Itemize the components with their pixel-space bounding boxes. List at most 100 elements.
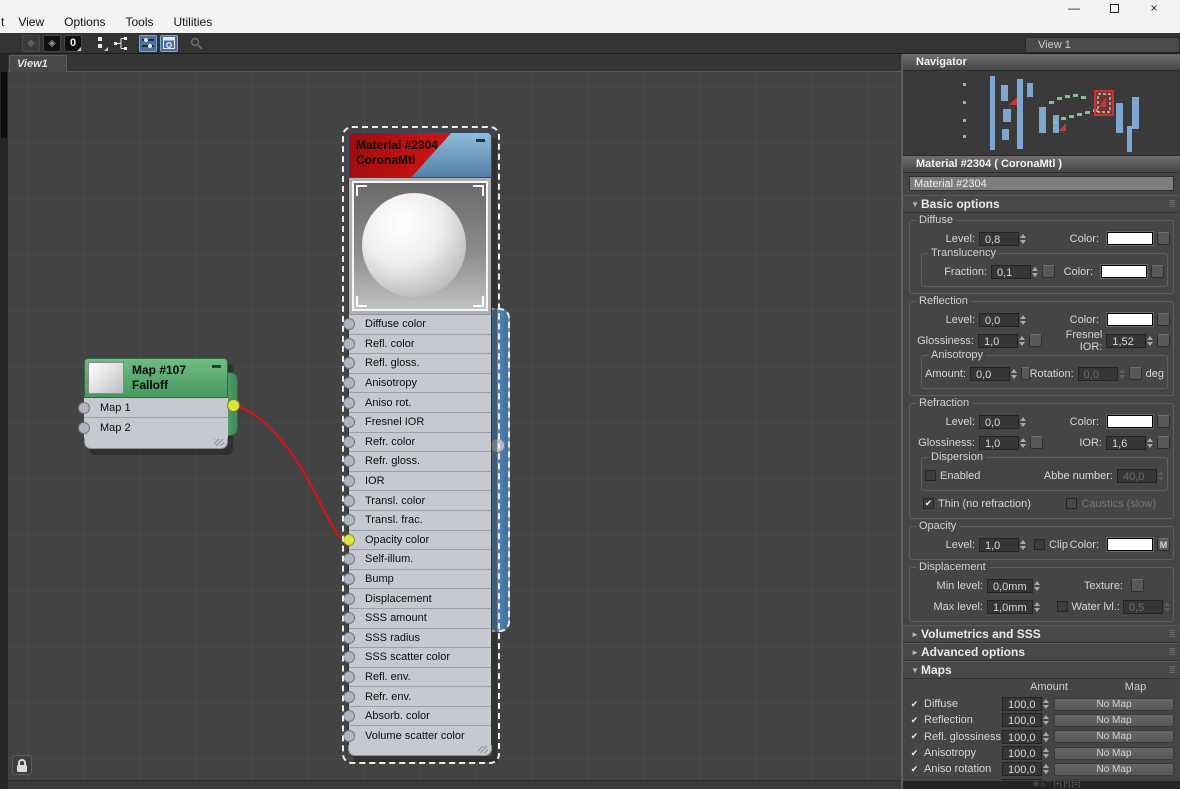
reflection-glossiness-spinner[interactable]: 1,0 [978,334,1025,348]
node-slot[interactable]: Map 2 [84,418,228,438]
horizontal-scrollbar[interactable] [8,780,901,789]
water-level-checkbox[interactable] [1057,601,1068,612]
reflection-glossiness-map-button[interactable] [1029,334,1042,347]
reflection-level-spinner[interactable]: 0,0 [979,313,1026,327]
rollout-maps[interactable]: ▼ Maps ≣ [903,661,1180,679]
diffuse-color-swatch[interactable] [1107,232,1153,245]
input-socket[interactable] [343,612,355,624]
menu-item-utilities[interactable]: Utilities [164,13,223,31]
caustics-checkbox[interactable] [1066,498,1077,509]
material-preview-image[interactable] [352,181,488,311]
map-slot-button[interactable]: No Map [1054,714,1174,727]
thin-refraction-checkbox[interactable]: ✔ [923,498,934,509]
rollout-volumetrics[interactable]: ► Volumetrics and SSS ≣ [903,625,1180,643]
node-slot[interactable]: Absorb. color [349,707,491,727]
water-level-spinner[interactable]: 0,5 [1123,600,1170,614]
input-socket[interactable] [343,671,355,683]
menu-item-view[interactable]: View [8,13,54,31]
input-socket[interactable] [78,402,90,414]
node-slot[interactable]: Aniso rot. [349,393,491,413]
input-socket[interactable] [78,422,90,434]
input-socket[interactable] [343,710,355,722]
node-slot[interactable]: Volume scatter color [349,726,491,745]
pick-material-icon[interactable] [187,35,205,52]
input-socket[interactable] [343,593,355,605]
reflection-color-swatch[interactable] [1107,313,1153,326]
anisotropy-amount-map-button[interactable] [1021,367,1030,380]
input-socket[interactable] [343,318,355,330]
rollout-basic-options[interactable]: ▼ Basic options ≣ [903,195,1180,213]
input-socket[interactable] [343,651,355,663]
refraction-ior-spinner[interactable]: 1,6 [1106,436,1153,450]
map-enabled-checkbox[interactable]: ✔ [909,699,920,710]
node-slot[interactable]: Bump [349,570,491,590]
node-resize-grip[interactable] [348,745,492,756]
fresnel-ior-map-button[interactable] [1157,334,1170,347]
input-socket[interactable] [343,416,355,428]
opacity-clip-checkbox[interactable] [1034,539,1045,550]
falloff-node[interactable]: Map #107 Falloff Map 1 Map 2 [84,358,228,449]
diffuse-level-spinner[interactable]: 0,8 [979,232,1026,246]
refraction-color-map-button[interactable] [1157,415,1170,428]
input-socket[interactable] [343,455,355,467]
map-enabled-checkbox[interactable]: ✔ [909,715,920,726]
tab-view1[interactable]: View1 [9,55,67,72]
collapse-node-icon[interactable] [212,365,221,368]
material-preview-dim-icon[interactable]: ◆ [22,35,40,52]
minimize-button[interactable]: — [1054,0,1094,16]
input-socket[interactable] [343,534,355,546]
navigator-toggle-icon[interactable] [160,35,178,52]
node-slot[interactable]: SSS radius [349,629,491,649]
material-name-field[interactable]: Material #2304 [909,176,1174,191]
refraction-level-spinner[interactable]: 0,0 [979,415,1026,429]
map-amount-spinner[interactable]: 100,0 [1002,746,1049,760]
navigator-panel-tab[interactable]: View 1 [1025,37,1180,53]
node-slot[interactable]: Refl. env. [349,668,491,688]
parameter-panel-header[interactable]: Material #2304 ( CoronaMtl ) [903,156,1180,173]
node-slot[interactable]: Map 1 [84,398,228,418]
refraction-glossiness-map-button[interactable] [1030,436,1043,449]
opacity-level-spinner[interactable]: 1,0 [979,538,1026,552]
input-socket[interactable] [343,436,355,448]
coronamtl-node[interactable]: Material #2304 CoronaMtl Diffuse color R… [348,132,492,756]
material-node-icon[interactable]: ◈ [43,35,61,52]
node-slot[interactable]: Fresnel IOR [349,413,491,433]
node-slot[interactable]: Refr. gloss. [349,452,491,472]
falloff-output-socket[interactable] [227,399,240,412]
maximize-button[interactable] [1094,0,1134,16]
node-slot[interactable]: SSS scatter color [349,648,491,668]
translucency-fraction-spinner[interactable]: 0,1 [991,265,1038,279]
map-enabled-checkbox[interactable]: ✔ [909,748,920,759]
fresnel-ior-spinner[interactable]: 1,52 [1106,334,1153,348]
anisotropy-amount-spinner[interactable]: 0,0 [970,367,1017,381]
falloff-node-header[interactable]: Map #107 Falloff [84,358,228,398]
input-socket[interactable] [343,475,355,487]
material-output-socket[interactable] [490,438,505,453]
refraction-color-swatch[interactable] [1107,415,1153,428]
reflection-color-map-button[interactable] [1157,313,1170,326]
refraction-ior-map-button[interactable] [1157,436,1170,449]
refraction-glossiness-spinner[interactable]: 1,0 [979,436,1026,450]
close-button[interactable]: × [1134,0,1174,16]
map-slot-button[interactable]: No Map [1054,779,1174,780]
anisotropy-rotation-spinner[interactable]: 0,0 [1078,367,1125,381]
menu-item-options[interactable]: Options [54,13,115,31]
map-amount-spinner[interactable]: 100,0 [1002,697,1049,711]
map-enabled-checkbox[interactable]: ✔ [909,764,920,775]
connection-layout-icon[interactable] [112,35,130,52]
translucency-fraction-map-button[interactable] [1042,265,1055,278]
navigator-minimap[interactable] [903,71,1180,156]
controller-zero-icon[interactable]: 0 [64,35,82,52]
input-socket[interactable] [343,553,355,565]
translucency-color-swatch[interactable] [1101,265,1147,278]
node-slot[interactable]: Self-illum. [349,550,491,570]
input-socket[interactable] [343,377,355,389]
anisotropy-rotation-map-button[interactable] [1129,367,1142,380]
vertical-scrollbar-thumb[interactable] [1,72,7,138]
navigator-header[interactable]: Navigator [903,54,1180,71]
node-slot[interactable]: Displacement [349,589,491,609]
node-slot[interactable]: Transl. frac. [349,511,491,531]
parameter-editor-toggle-icon[interactable] [139,35,157,52]
displacement-max-spinner[interactable]: 1,0mm [987,600,1040,614]
map-amount-spinner[interactable]: 100,0 [1002,713,1049,727]
